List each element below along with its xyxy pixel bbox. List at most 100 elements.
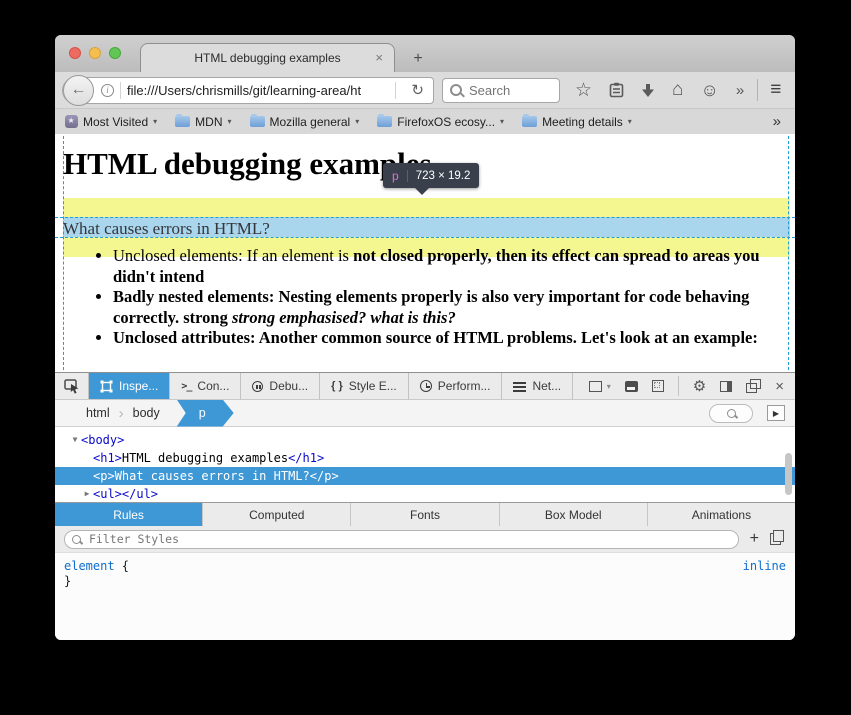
- search-input[interactable]: [467, 82, 552, 99]
- tab-style-editor[interactable]: { } Style E...: [320, 373, 409, 399]
- bookmarks-toolbar: Most Visited ▾ MDN ▾ Mozilla general ▾ F…: [55, 108, 795, 134]
- most-visited-icon: [65, 115, 78, 128]
- devtools-toolbar-buttons: ▾ ⚙ ×: [589, 373, 795, 399]
- tab-box-model[interactable]: Box Model: [500, 503, 648, 526]
- close-window-button[interactable]: [69, 47, 81, 59]
- tab-computed[interactable]: Computed: [203, 503, 351, 526]
- markup-row-p-selected[interactable]: <p>What causes errors in HTML?</p>: [55, 467, 795, 485]
- pick-element-button[interactable]: [55, 373, 89, 399]
- list-item: Unclosed attributes: Another common sour…: [113, 328, 795, 349]
- undock-window-icon[interactable]: [746, 383, 757, 393]
- rule-selector[interactable]: element: [64, 559, 115, 573]
- twisty-closed-icon[interactable]: ▶: [81, 485, 93, 503]
- zoom-window-button[interactable]: [109, 47, 121, 59]
- breadcrumb-body[interactable]: body: [124, 406, 169, 420]
- expand-sidebar-button[interactable]: ▶: [767, 405, 785, 421]
- bookmark-label: Meeting details: [542, 115, 623, 129]
- window-controls: [69, 47, 121, 59]
- dock-to-side-icon[interactable]: [720, 381, 732, 392]
- tab-rules[interactable]: Rules: [55, 503, 203, 526]
- tab-title: HTML debugging examples: [194, 51, 340, 65]
- bookmark-folder-mdn[interactable]: MDN ▾: [175, 115, 231, 129]
- folder-icon: [175, 116, 190, 127]
- url-bar[interactable]: ← i file:///Users/chrismills/git/learnin…: [62, 77, 434, 104]
- tab-network[interactable]: Net...: [502, 373, 573, 399]
- tab-label: Con...: [197, 379, 229, 393]
- select-iframe-icon[interactable]: [589, 381, 602, 392]
- search-field[interactable]: [442, 78, 560, 103]
- markup-search-button[interactable]: [709, 404, 753, 423]
- tab-fonts[interactable]: Fonts: [351, 503, 499, 526]
- tab-animations[interactable]: Animations: [648, 503, 795, 526]
- home-icon[interactable]: ⌂: [672, 79, 683, 101]
- markup-row-h1[interactable]: <h1>HTML debugging examples</h1>: [55, 449, 795, 467]
- inspector-breadcrumb-bar: html › body p ▶: [55, 400, 795, 427]
- bookmarks-clipboard-icon[interactable]: [609, 82, 624, 98]
- breadcrumb-html[interactable]: html: [77, 406, 119, 420]
- close-devtools-icon[interactable]: ×: [775, 378, 784, 395]
- tab-label: Style E...: [349, 379, 397, 393]
- margin-highlight-top: [63, 198, 790, 217]
- responsive-mode-icon[interactable]: [652, 380, 664, 392]
- rule-close-brace: }: [64, 574, 786, 589]
- browser-tab[interactable]: HTML debugging examples ×: [140, 43, 395, 72]
- url-text[interactable]: file:///Users/chrismills/git/learning-ar…: [127, 83, 389, 98]
- tab-label: Perform...: [438, 379, 491, 393]
- search-icon: [727, 409, 736, 418]
- divider: [120, 82, 121, 99]
- debugger-pause-icon: [252, 381, 263, 392]
- tab-inspector[interactable]: Inspe...: [89, 373, 170, 399]
- devtools-toolbar: Inspe... >_ Con... Debu... { } Style E..…: [55, 372, 795, 400]
- filter-styles-field[interactable]: [64, 530, 739, 549]
- toolbar-overflow-icon[interactable]: »: [736, 82, 744, 99]
- markup-row-body[interactable]: ▼<body>: [55, 431, 795, 449]
- settings-gear-icon[interactable]: ⚙: [693, 379, 706, 394]
- rules-panel: element { inline }: [55, 553, 795, 640]
- bookmark-folder-firefoxos[interactable]: FirefoxOS ecosy... ▾: [377, 115, 504, 129]
- reload-icon[interactable]: ↻: [411, 81, 424, 99]
- hamburger-menu-icon[interactable]: ≡: [770, 79, 781, 101]
- breadcrumb-p-selected[interactable]: p: [177, 400, 234, 427]
- braces-icon: { }: [331, 380, 343, 392]
- new-tab-button[interactable]: +: [407, 50, 429, 68]
- add-rule-button[interactable]: +: [750, 531, 759, 547]
- filter-styles-input[interactable]: [87, 531, 731, 547]
- rule-origin-link[interactable]: inline: [743, 559, 786, 574]
- close-tab-icon[interactable]: ×: [375, 50, 383, 65]
- chevron-down-icon: ▾: [500, 117, 504, 126]
- stopwatch-icon: [420, 380, 432, 392]
- bookmark-folder-meeting-details[interactable]: Meeting details ▾: [522, 115, 632, 129]
- search-icon: [450, 84, 462, 96]
- bookmark-star-icon[interactable]: ☆: [575, 81, 592, 100]
- tab-performance[interactable]: Perform...: [409, 373, 503, 399]
- folder-icon: [522, 116, 537, 127]
- twisty-open-icon[interactable]: ▼: [69, 431, 81, 449]
- sidebar-tab-strip: Rules Computed Fonts Box Model Animation…: [55, 502, 795, 526]
- tab-label: Inspe...: [119, 379, 158, 393]
- hello-smiley-icon[interactable]: ☺: [701, 80, 719, 101]
- tab-debugger[interactable]: Debu...: [241, 373, 320, 399]
- bookmarks-overflow-icon[interactable]: »: [773, 113, 781, 130]
- downloads-icon[interactable]: [641, 83, 655, 98]
- back-button[interactable]: ←: [63, 75, 94, 106]
- tab-label: Net...: [532, 379, 561, 393]
- rules-toolbar: +: [55, 526, 795, 553]
- page-info-icon[interactable]: i: [101, 84, 114, 97]
- horizontal-guide: [55, 217, 795, 218]
- bookmark-label: Most Visited: [83, 115, 148, 129]
- scrollbar[interactable]: [785, 453, 792, 495]
- minimize-window-button[interactable]: [89, 47, 101, 59]
- bookmark-most-visited[interactable]: Most Visited ▾: [65, 115, 157, 129]
- bookmark-label: FirefoxOS ecosy...: [397, 115, 495, 129]
- list-item: Unclosed elements: If an element is not …: [113, 246, 795, 287]
- copy-rules-icon[interactable]: [770, 533, 781, 545]
- pick-element-icon: [64, 379, 80, 394]
- markup-row-ul[interactable]: ▶<ul></ul>: [55, 485, 795, 503]
- folder-icon: [377, 116, 392, 127]
- tooltip-dimensions: 723 × 19.2: [416, 170, 471, 182]
- bookmark-label: MDN: [195, 115, 222, 129]
- split-console-icon[interactable]: [625, 381, 638, 392]
- bookmark-folder-mozilla-general[interactable]: Mozilla general ▾: [250, 115, 360, 129]
- tab-console[interactable]: >_ Con...: [170, 373, 241, 399]
- highlighted-paragraph: What causes errors in HTML?: [63, 219, 270, 239]
